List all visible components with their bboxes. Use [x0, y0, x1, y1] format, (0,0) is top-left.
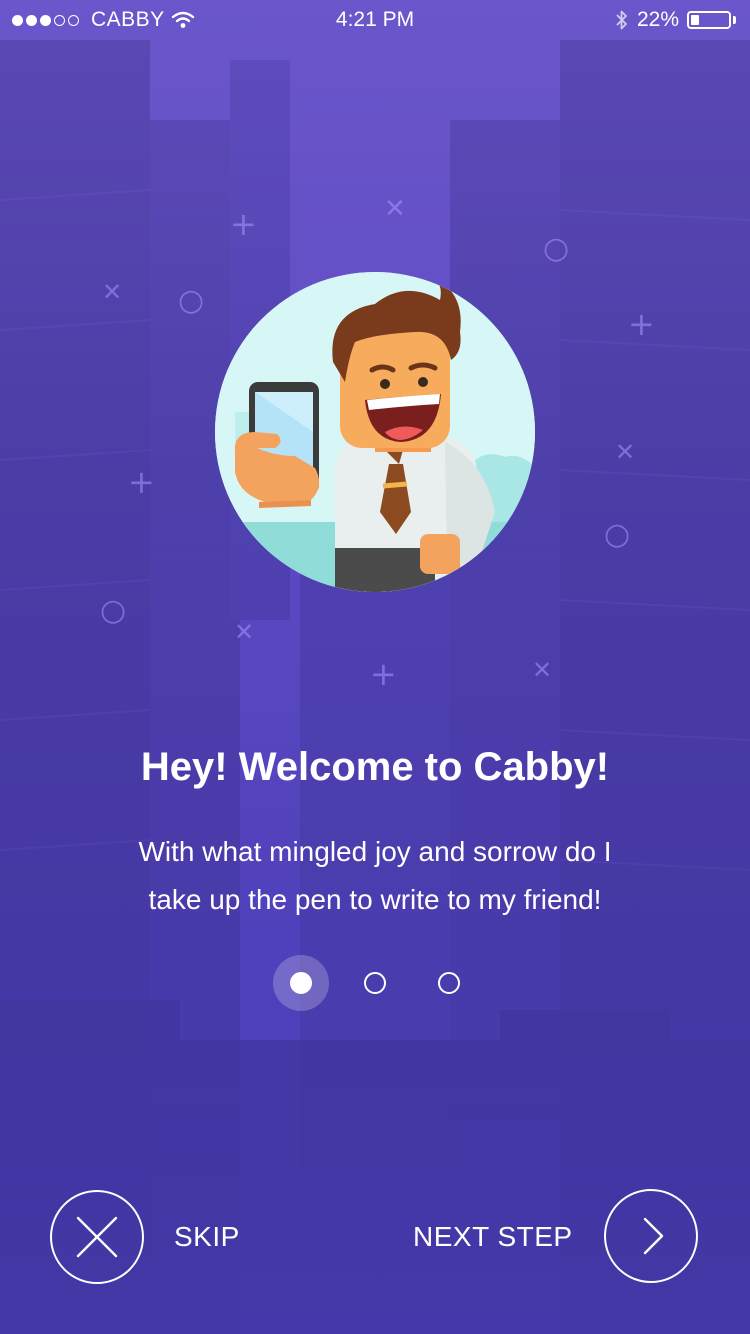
- welcome-description-line-2: take up the pen to write to my friend!: [148, 884, 602, 915]
- decor-plus-icon: +: [628, 305, 655, 343]
- page-dot-2[interactable]: [364, 972, 386, 994]
- next-step-button[interactable]: [604, 1189, 698, 1283]
- status-right: 22%: [615, 8, 736, 32]
- decor-cross-icon: ✕: [532, 656, 553, 684]
- bluetooth-icon: [616, 10, 627, 30]
- decor-circle-icon: ○: [100, 593, 127, 628]
- welcome-title: Hey! Welcome to Cabby!: [140, 745, 610, 789]
- onboarding-screen: CABBY 4:21 PM 22% ✕ + ○ ✕ ○ + ✕ + ○ ○ ✕ …: [0, 0, 750, 1334]
- battery-cap: [733, 16, 736, 24]
- welcome-illustration: [215, 272, 535, 592]
- decor-cross-icon: ✕: [384, 194, 406, 224]
- skip-button[interactable]: [50, 1190, 144, 1284]
- decor-cross-icon: ✕: [102, 278, 123, 306]
- next-step-label[interactable]: NEXT STEP: [413, 1220, 573, 1254]
- decor-cross-icon: ✕: [234, 618, 255, 646]
- battery-icon: [687, 11, 731, 29]
- decor-circle-icon: ○: [604, 517, 631, 552]
- decor-plus-icon: +: [370, 655, 397, 693]
- battery-level: [691, 15, 699, 25]
- page-dot-1[interactable]: [290, 972, 312, 994]
- welcome-description-line-1: With what mingled joy and sorrow do I: [138, 836, 612, 867]
- battery-percent: 22%: [636, 8, 679, 31]
- decor-circle-icon: ○: [178, 283, 205, 318]
- page-indicator: [0, 955, 750, 1011]
- welcome-description: With what mingled joy and sorrow do I ta…: [80, 828, 670, 924]
- page-dot-3[interactable]: [438, 972, 460, 994]
- businessman-with-phone-icon: [215, 272, 535, 592]
- decor-plus-icon: +: [230, 205, 257, 243]
- decor-cross-icon: ✕: [615, 438, 636, 466]
- decor-plus-icon: +: [128, 463, 155, 501]
- status-bar: CABBY 4:21 PM 22%: [0, 0, 750, 40]
- chevron-right-icon: [643, 1217, 664, 1255]
- skip-label[interactable]: SKIP: [174, 1220, 240, 1254]
- decor-circle-icon: ○: [543, 231, 570, 266]
- close-icon: [76, 1216, 118, 1258]
